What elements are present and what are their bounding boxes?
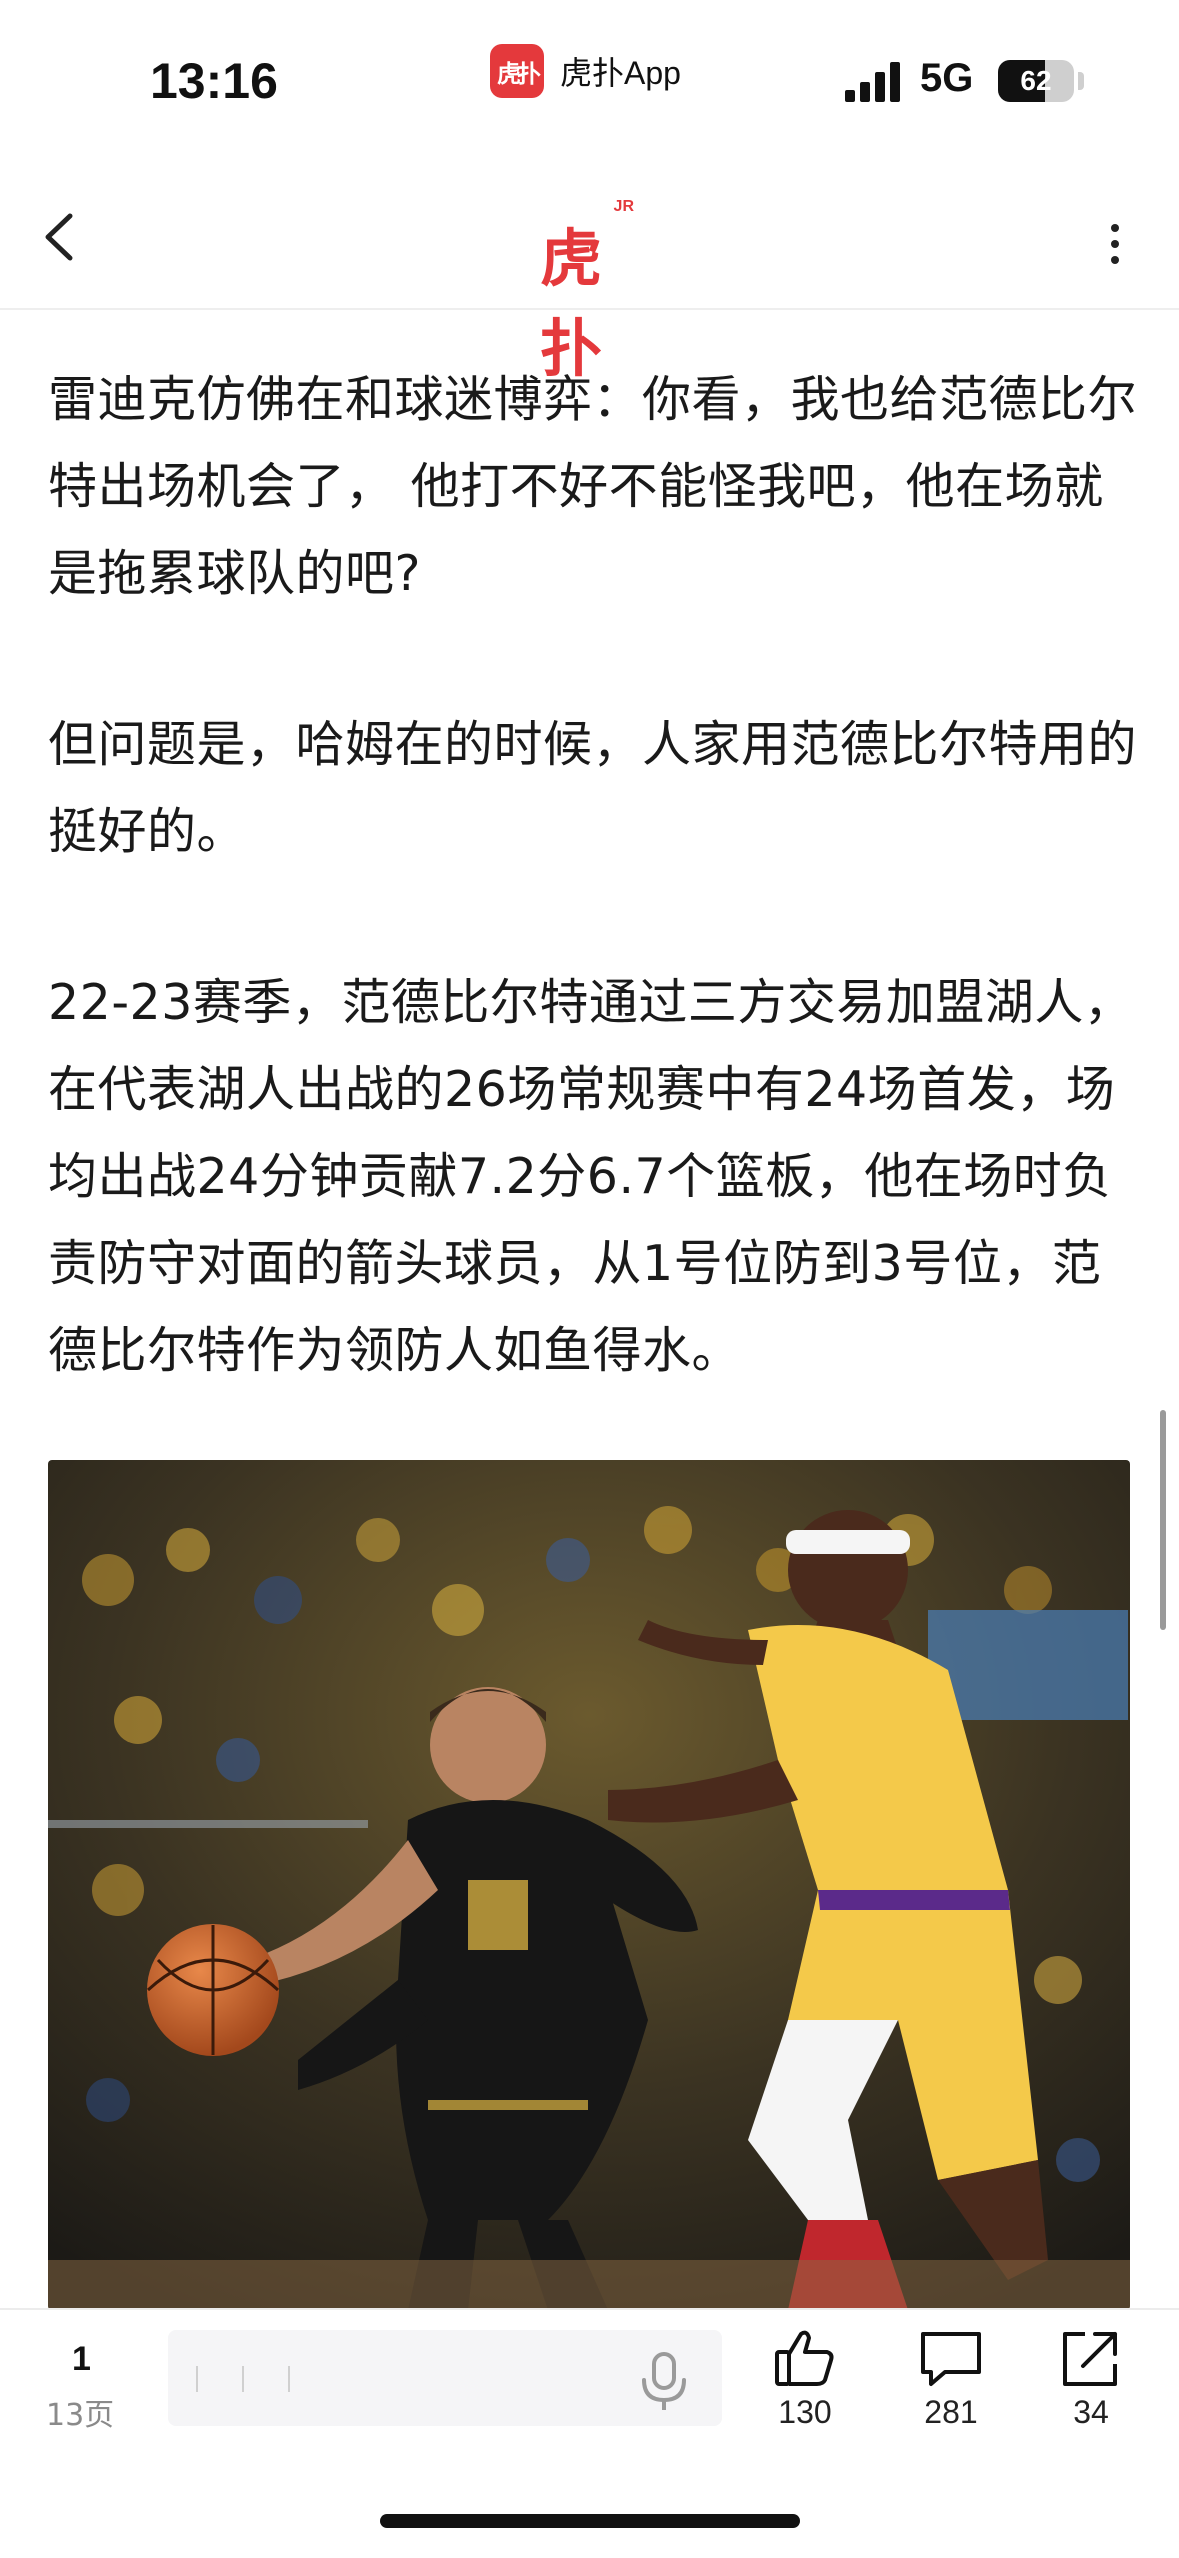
app-name: 虎扑App — [560, 55, 681, 91]
app-logo-glyph: 虎扑 — [497, 59, 541, 88]
like-button[interactable]: 130 — [760, 2328, 850, 2431]
return-to-app-chip[interactable]: 虎扑 虎扑App — [490, 44, 681, 98]
cellular-signal-icon — [845, 62, 900, 102]
page-current: 1 — [72, 2340, 91, 2378]
nav-bar: 虎扑 JR — [0, 160, 1179, 385]
network-type: 5G — [920, 56, 974, 100]
microphone-icon[interactable] — [636, 2352, 692, 2412]
comment-button[interactable]: 281 — [906, 2328, 996, 2431]
article-body: 雷迪克仿佛在和球迷博弈：你看，我也给范德比尔特出场机会了， 他打不好不能怪我吧，… — [48, 356, 1138, 1478]
like-count: 130 — [778, 2394, 832, 2430]
article-paragraph: 雷迪克仿佛在和球迷博弈：你看，我也给范德比尔特出场机会了， 他打不好不能怪我吧，… — [48, 371, 1138, 602]
battery-tip — [1078, 72, 1084, 90]
status-bar: 13:16 虎扑 虎扑App 5G 62 — [0, 0, 1179, 160]
input-placeholder-marks — [196, 2366, 290, 2392]
hupu-app-logo-icon: 虎扑 — [490, 44, 544, 98]
share-button[interactable]: 34 — [1046, 2328, 1136, 2431]
more-options-icon[interactable] — [1108, 222, 1122, 266]
page-total: 13页 — [46, 2398, 115, 2433]
comment-count: 281 — [924, 2394, 978, 2430]
scroll-indicator[interactable] — [1160, 1410, 1166, 1630]
article-paragraph: 但问题是，哈姆在的时候，人家用范德比尔特用的挺好的。 — [48, 716, 1138, 860]
article-paragraph: 22-23赛季，范德比尔特通过三方交易加盟湖人，在代表湖人出战的26场常规赛中有… — [48, 974, 1134, 1379]
back-chevron-icon[interactable] — [40, 212, 80, 262]
thumbs-up-icon — [775, 2330, 834, 2386]
brand-logo-superscript: JR — [613, 198, 634, 215]
status-time: 13:16 — [150, 53, 278, 109]
hupu-brand-logo: 虎扑 JR — [540, 198, 640, 385]
basketball-photo-illustration — [48, 1460, 1130, 2310]
comment-bubble-icon — [921, 2332, 981, 2386]
battery-icon: 62 — [998, 60, 1074, 102]
article-photo[interactable] — [48, 1460, 1130, 2310]
home-indicator[interactable] — [380, 2514, 800, 2528]
share-count: 34 — [1073, 2394, 1109, 2430]
share-arrow-icon — [1063, 2332, 1117, 2386]
battery-percent: 62 — [1020, 65, 1052, 96]
